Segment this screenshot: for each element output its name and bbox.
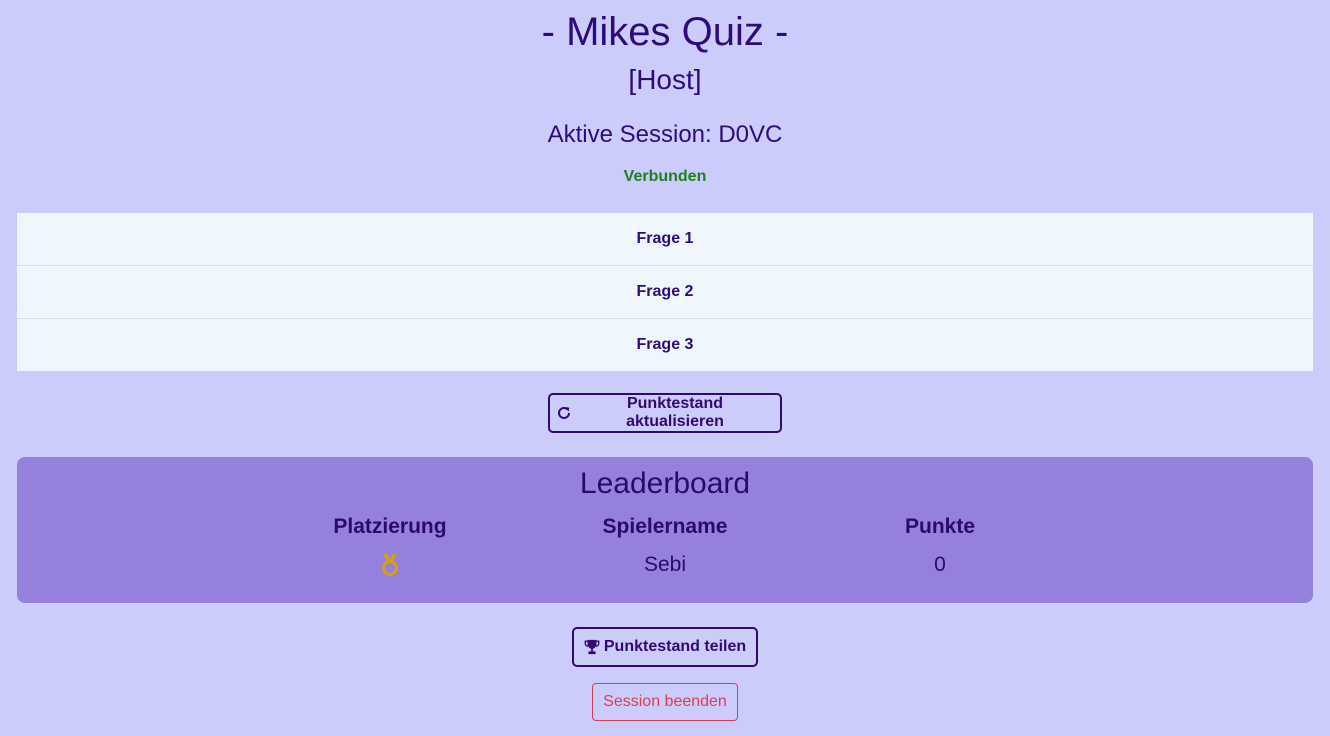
refresh-score-button[interactable]: Punktestand aktualisieren (548, 393, 782, 433)
refresh-score-label: Punktestand aktualisieren (626, 395, 724, 430)
column-header-points: Punkte (904, 515, 975, 538)
connection-status: Verbunden (623, 168, 707, 185)
share-score-label: Punktestand teilen (603, 638, 747, 655)
column-header-player: Spielername (602, 515, 728, 538)
question-list: Frage 1 Frage 2 Frage 3 (17, 213, 1313, 371)
table-row-points: 0 (934, 553, 946, 576)
question-item-1[interactable]: Frage 1 (17, 213, 1313, 266)
table-row-player: Sebi (643, 553, 687, 576)
page-title: - Mikes Quiz - (541, 10, 789, 54)
column-header-placement: Platzierung (333, 515, 447, 538)
gold-medal-icon (380, 553, 400, 583)
table-row-placement (260, 553, 520, 583)
role-label: [Host] (628, 64, 702, 95)
refresh-icon (556, 405, 572, 421)
trophy-icon (584, 639, 600, 655)
leaderboard-title: Leaderboard (579, 467, 751, 500)
leaderboard-panel: Leaderboard Platzierung Spielername Punk… (17, 457, 1313, 603)
session-code: Aktive Session: D0VC (547, 121, 783, 148)
question-item-2[interactable]: Frage 2 (17, 266, 1313, 319)
end-session-button[interactable]: Session beenden (592, 683, 738, 721)
share-score-button[interactable]: Punktestand teilen (572, 627, 758, 667)
question-item-3[interactable]: Frage 3 (17, 319, 1313, 371)
